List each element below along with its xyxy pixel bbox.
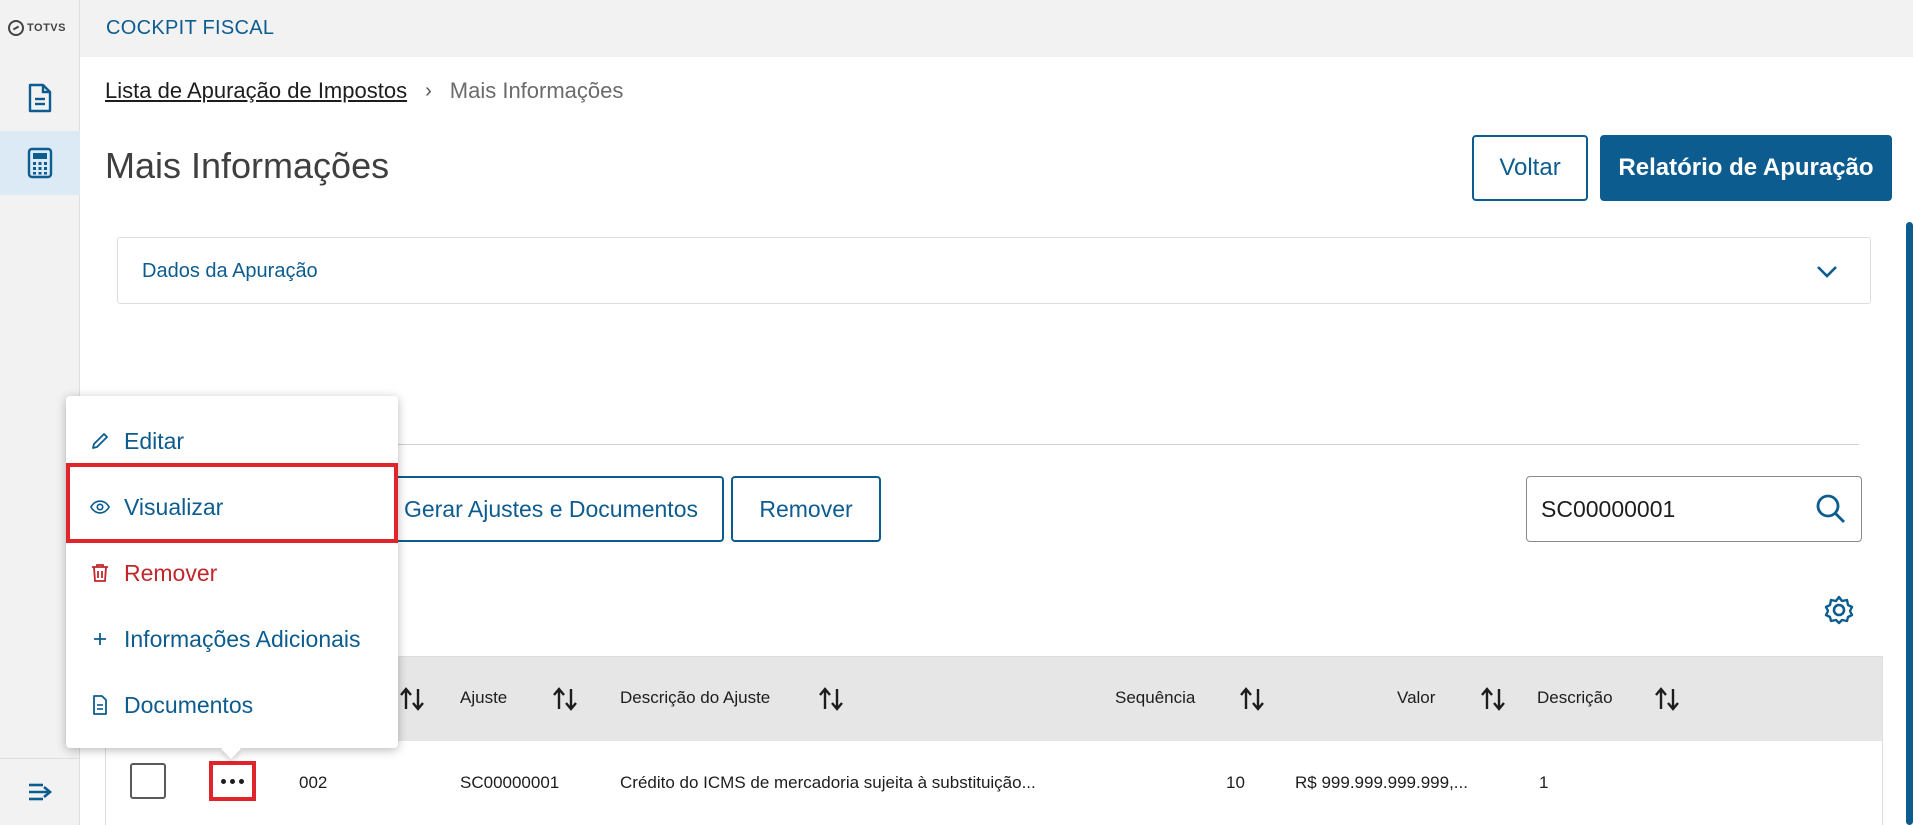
column-header-descricao: Descrição bbox=[1537, 688, 1613, 707]
sort-icon[interactable] bbox=[1239, 685, 1265, 713]
menu-item-label: Visualizar bbox=[124, 493, 224, 520]
gear-icon[interactable] bbox=[1823, 594, 1855, 626]
top-bar: COCKPIT FISCAL bbox=[80, 0, 1913, 57]
menu-item-label: Informações Adicionais bbox=[124, 625, 361, 652]
totvs-logo-icon bbox=[8, 20, 24, 36]
menu-item-visualizar[interactable]: Visualizar bbox=[66, 474, 398, 540]
pencil-icon bbox=[92, 433, 108, 449]
cell-descricao-ajuste: Crédito do ICMS de mercadoria sujeita à … bbox=[620, 773, 1036, 792]
chevron-right-icon: › bbox=[425, 79, 432, 102]
cell-valor: R$ 999.999.999.999,... bbox=[1295, 773, 1468, 792]
scrollbar[interactable] bbox=[1906, 222, 1913, 825]
logo-text: TOTVS bbox=[27, 22, 66, 34]
back-button[interactable]: Voltar bbox=[1472, 135, 1588, 201]
search-field[interactable]: SC00000001 bbox=[1526, 476, 1862, 542]
sort-icon[interactable] bbox=[818, 685, 844, 713]
eye-icon bbox=[90, 500, 110, 514]
totvs-logo: TOTVS bbox=[8, 20, 66, 36]
remove-button[interactable]: Remover bbox=[731, 476, 881, 542]
plus-icon bbox=[94, 633, 106, 645]
cell-codigo: 002 bbox=[299, 773, 328, 792]
column-header-valor: Valor bbox=[1397, 688, 1436, 707]
chevron-down-icon bbox=[1817, 266, 1837, 278]
breadcrumb-current: Mais Informações bbox=[449, 78, 624, 103]
document-icon bbox=[28, 83, 52, 113]
menu-item-label: Editar bbox=[124, 427, 185, 454]
more-dots-icon bbox=[221, 778, 226, 784]
collapse-menu-icon bbox=[29, 783, 53, 801]
sort-icon[interactable] bbox=[399, 685, 425, 713]
menu-item-label: Remover bbox=[124, 559, 218, 586]
sort-icon[interactable] bbox=[552, 685, 578, 713]
page-title: Mais Informações bbox=[105, 145, 390, 186]
column-header-sequencia: Sequência bbox=[1115, 688, 1196, 707]
trash-icon bbox=[92, 564, 108, 582]
sort-icon[interactable] bbox=[1480, 685, 1506, 713]
generate-adjustments-button[interactable]: Gerar Ajustes e Documentos bbox=[360, 476, 724, 542]
sort-icon[interactable] bbox=[1654, 685, 1680, 713]
cell-descricao: 1 bbox=[1539, 773, 1549, 792]
calculator-icon bbox=[27, 147, 53, 179]
search-input[interactable]: SC00000001 bbox=[1541, 496, 1675, 523]
search-icon[interactable] bbox=[1815, 493, 1847, 525]
menu-item-informacoes-adicionais[interactable]: Informações Adicionais bbox=[66, 606, 398, 672]
menu-item-remover[interactable]: Remover bbox=[66, 540, 398, 606]
cell-sequencia: 10 bbox=[1226, 773, 1245, 792]
menu-item-label: Documentos bbox=[124, 691, 254, 718]
menu-item-documentos[interactable]: Documentos bbox=[66, 672, 398, 738]
sidebar-item-documents[interactable] bbox=[0, 66, 80, 130]
cell-ajuste: SC00000001 bbox=[460, 773, 560, 792]
column-header-descricao-ajuste: Descrição do Ajuste bbox=[620, 688, 771, 707]
app-title: COCKPIT FISCAL bbox=[106, 17, 275, 39]
accordion-dados-apuracao[interactable]: Dados da Apuração bbox=[117, 237, 1871, 304]
sidebar-collapse-button[interactable] bbox=[0, 758, 80, 825]
document-icon bbox=[93, 695, 107, 715]
accordion-label: Dados da Apuração bbox=[142, 260, 318, 282]
report-button[interactable]: Relatório de Apuração bbox=[1600, 135, 1892, 201]
row-actions-button[interactable] bbox=[209, 761, 256, 801]
column-header-ajuste: Ajuste bbox=[460, 688, 508, 707]
sidebar-item-calculator[interactable] bbox=[0, 131, 80, 195]
row-checkbox[interactable] bbox=[130, 763, 166, 799]
menu-item-editar[interactable]: Editar bbox=[66, 408, 398, 474]
row-actions-popup: Editar Visualizar Remover Informações Ad… bbox=[66, 396, 398, 759]
breadcrumb-link[interactable]: Lista de Apuração de Impostos bbox=[105, 78, 407, 104]
breadcrumb: Lista de Apuração de Impostos › Mais Inf… bbox=[105, 78, 623, 104]
